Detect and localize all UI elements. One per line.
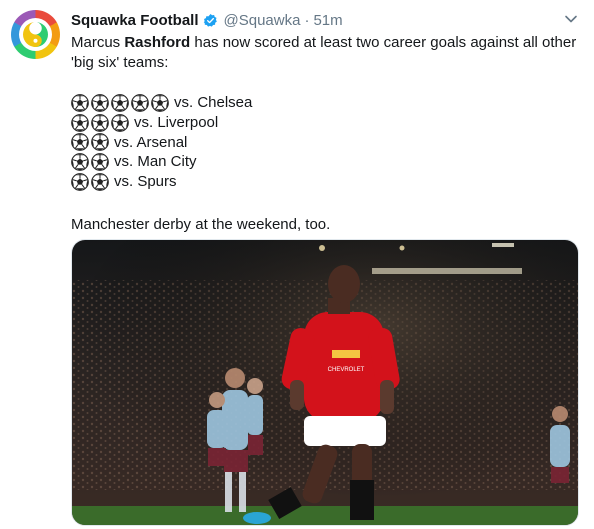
goal-tally-row: vs. Arsenal: [71, 133, 581, 153]
author-name[interactable]: Squawka Football: [71, 12, 199, 29]
goal-tally-row: vs. Man City: [71, 152, 581, 172]
tweet-trailer: Manchester derby at the weekend, too.: [71, 215, 331, 233]
soccer-ball-icon: [111, 94, 129, 112]
soccer-ball-icon: [71, 153, 89, 172]
goal-tally-list: vs. Chelsea vs. Liverpool vs. Arsenal vs. M…: [71, 93, 581, 192]
tweet-header: Squawka Football @Squawka · 51m: [71, 10, 343, 30]
verified-badge-icon: [203, 13, 218, 28]
tweet-photo[interactable]: CHEVROLET: [71, 239, 579, 526]
soccer-ball-icon: [91, 94, 109, 112]
soccer-ball-icon: [91, 153, 109, 172]
goal-tally-row: vs. Spurs: [71, 172, 581, 192]
soccer-ball-icon: [91, 133, 109, 152]
tweet-text: Marcus Rashford has now scored at least …: [71, 33, 581, 235]
goal-tally-row: vs. Chelsea: [71, 93, 581, 113]
svg-text:CHEVROLET: CHEVROLET: [328, 367, 365, 373]
soccer-ball-icon: [71, 133, 89, 152]
profile-avatar[interactable]: [11, 10, 60, 59]
soccer-ball-icon: [71, 113, 89, 132]
soccer-ball-icon: [151, 94, 169, 112]
soccer-ball-icon: [131, 94, 149, 112]
opponent-label: vs. Chelsea: [174, 93, 253, 111]
soccer-ball-icon: [111, 113, 129, 132]
player-name: Rashford: [124, 34, 191, 51]
intro-line-2: 'big six' teams:: [71, 54, 169, 71]
soccer-ball-icon: [71, 173, 89, 191]
avatar-logo: [19, 18, 52, 51]
opponent-label: vs. Spurs: [114, 173, 177, 191]
author-handle[interactable]: @Squawka: [224, 12, 301, 29]
opponent-label: vs. Arsenal: [114, 133, 188, 151]
goal-tally-row: vs. Liverpool: [71, 113, 581, 133]
opponent-label: vs. Liverpool: [134, 113, 219, 131]
header-separator: ·: [304, 11, 310, 29]
tweet-timestamp[interactable]: 51m: [313, 12, 342, 29]
intro-line-1: Marcus Rashford has now scored at least …: [71, 34, 577, 51]
opponent-label: vs. Man City: [114, 153, 197, 171]
chevron-down-icon[interactable]: [564, 12, 578, 26]
soccer-ball-icon: [91, 113, 109, 132]
soccer-ball-icon: [71, 94, 89, 112]
soccer-ball-icon: [91, 173, 109, 191]
